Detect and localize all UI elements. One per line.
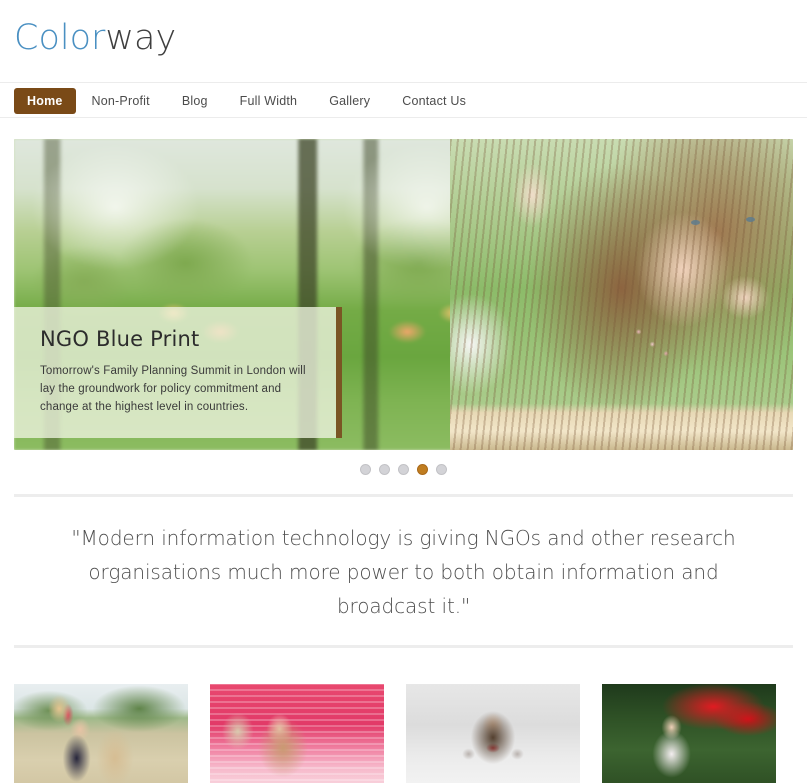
slider-dot-5[interactable]	[436, 464, 447, 475]
hero-slide-photo	[450, 139, 793, 450]
hero-caption: NGO Blue Print Tomorrow's Family Plannin…	[14, 307, 342, 438]
slider-dot-1[interactable]	[360, 464, 371, 475]
hero-photo-detail	[691, 219, 701, 225]
hero-photo-detail	[746, 216, 756, 222]
featured-quote: "Modern information technology is giving…	[71, 526, 736, 618]
nav-item-gallery[interactable]: Gallery	[313, 88, 386, 114]
site-logo[interactable]: Colorway	[14, 18, 807, 58]
hero-caption-title: NGO Blue Print	[40, 327, 200, 351]
nav-item-full-width[interactable]: Full Width	[224, 88, 314, 114]
slider-pagination	[0, 464, 807, 478]
article-card[interactable]: A Wave Of The Future	[406, 684, 580, 783]
article-card-image[interactable]	[210, 684, 384, 783]
article-card-image[interactable]	[406, 684, 580, 783]
nav-item-blog[interactable]: Blog	[166, 88, 224, 114]
site-header: Colorway	[0, 0, 807, 82]
slider-dot-3[interactable]	[398, 464, 409, 475]
article-card-grid: Trends To Watch Glossary Of Nonprofit A …	[0, 648, 807, 783]
article-card[interactable]: Nonprofit Careers	[602, 684, 776, 783]
slider-dot-2[interactable]	[379, 464, 390, 475]
slider-dot-4[interactable]	[417, 464, 428, 475]
logo-text-secondary: way	[105, 18, 177, 58]
article-card[interactable]: Glossary Of Nonprofit	[210, 684, 384, 783]
hero-caption-text: Tomorrow's Family Planning Summit in Lon…	[40, 365, 306, 413]
article-card-image[interactable]	[14, 684, 188, 783]
nav-item-non-profit[interactable]: Non-Profit	[76, 88, 166, 114]
article-card-image[interactable]	[602, 684, 776, 783]
nav-item-contact-us[interactable]: Contact Us	[386, 88, 482, 114]
page-root: Colorway Home Non-Profit Blog Full Width…	[0, 0, 807, 783]
main-navigation: Home Non-Profit Blog Full Width Gallery …	[0, 83, 807, 119]
logo-text-primary: Color	[14, 18, 106, 58]
article-card[interactable]: Trends To Watch	[14, 684, 188, 783]
main-navigation-bar: Home Non-Profit Blog Full Width Gallery …	[0, 82, 807, 118]
hero-slider[interactable]: NGO Blue Print Tomorrow's Family Plannin…	[14, 139, 793, 450]
nav-item-home[interactable]: Home	[14, 88, 76, 114]
